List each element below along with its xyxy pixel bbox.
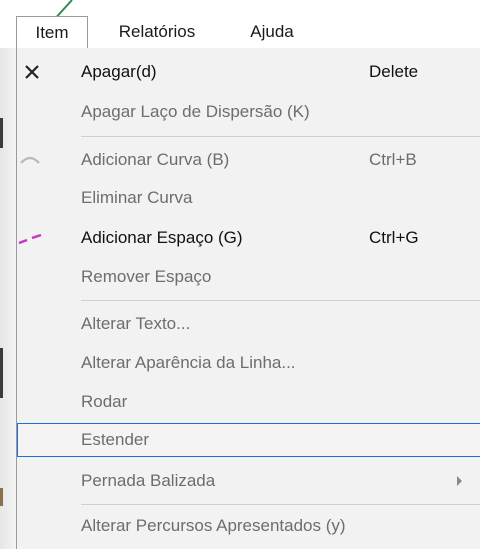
curve-icon — [20, 156, 40, 164]
menu-rodar[interactable]: Rodar — [17, 386, 480, 418]
menu-shortcut: Ctrl+G — [369, 228, 419, 247]
menu-separator — [81, 300, 480, 301]
menu-separator — [81, 504, 480, 505]
menu-shortcut: Delete — [369, 62, 419, 81]
menu-label: Apagar Laço de Dispersão (K) — [81, 102, 310, 121]
menu-label: Alterar Aparência da Linha... — [81, 353, 296, 372]
menu-adicionar-curva[interactable]: Adicionar Curva (B) Ctrl+B — [17, 144, 480, 176]
menu-apagar[interactable]: Apagar(d) Delete — [17, 56, 480, 88]
menu-label: Apagar(d) — [81, 62, 157, 81]
menu-alterar-texto[interactable]: Alterar Texto... — [17, 308, 480, 340]
menu-label: Pernada Balizada — [81, 471, 216, 490]
menu-bar: Item Relatórios Ajuda — [0, 16, 480, 49]
background-edge — [0, 48, 16, 549]
menu-label: Eliminar Curva — [81, 188, 193, 207]
menu-pernada-balizada[interactable]: Pernada Balizada — [17, 465, 480, 497]
menu-item-relatorios[interactable]: Relatórios — [106, 16, 208, 48]
menu-eliminar-curva[interactable]: Eliminar Curva — [17, 182, 480, 214]
edge-mark — [0, 488, 3, 506]
submenu-arrow-icon — [457, 476, 462, 486]
menu-estender[interactable]: Estender — [17, 423, 480, 457]
menu-label: Adicionar Espaço (G) — [81, 228, 243, 247]
menu-label: Adicionar Curva (B) — [81, 150, 230, 169]
item-dropdown-menu: Apagar(d) Delete Apagar Laço de Dispersã… — [16, 48, 480, 549]
menu-label: Estender — [81, 430, 150, 449]
close-icon — [25, 65, 39, 79]
edge-mark — [0, 118, 3, 148]
menu-alterar-percursos[interactable]: Alterar Percursos Apresentados (y) — [17, 510, 480, 542]
menu-remover-espaco[interactable]: Remover Espaço — [17, 261, 480, 293]
menu-label: Rodar — [81, 392, 128, 411]
menu-label: Alterar Texto... — [81, 314, 191, 333]
menu-adicionar-espaco[interactable]: Adicionar Espaço (G) Ctrl+G — [17, 222, 480, 254]
menu-label: Alterar Percursos Apresentados (y) — [81, 516, 346, 535]
edge-mark — [0, 348, 3, 398]
dashed-line-icon — [18, 233, 42, 245]
menu-separator — [81, 136, 480, 137]
menu-apagar-laco[interactable]: Apagar Laço de Dispersão (K) — [17, 96, 480, 128]
menu-alterar-aparencia[interactable]: Alterar Aparência da Linha... — [17, 347, 480, 379]
menu-item-item[interactable]: Item — [16, 16, 88, 49]
menu-item-ajuda[interactable]: Ajuda — [236, 16, 308, 48]
menu-label: Remover Espaço — [81, 267, 212, 286]
menu-shortcut: Ctrl+B — [369, 150, 417, 169]
